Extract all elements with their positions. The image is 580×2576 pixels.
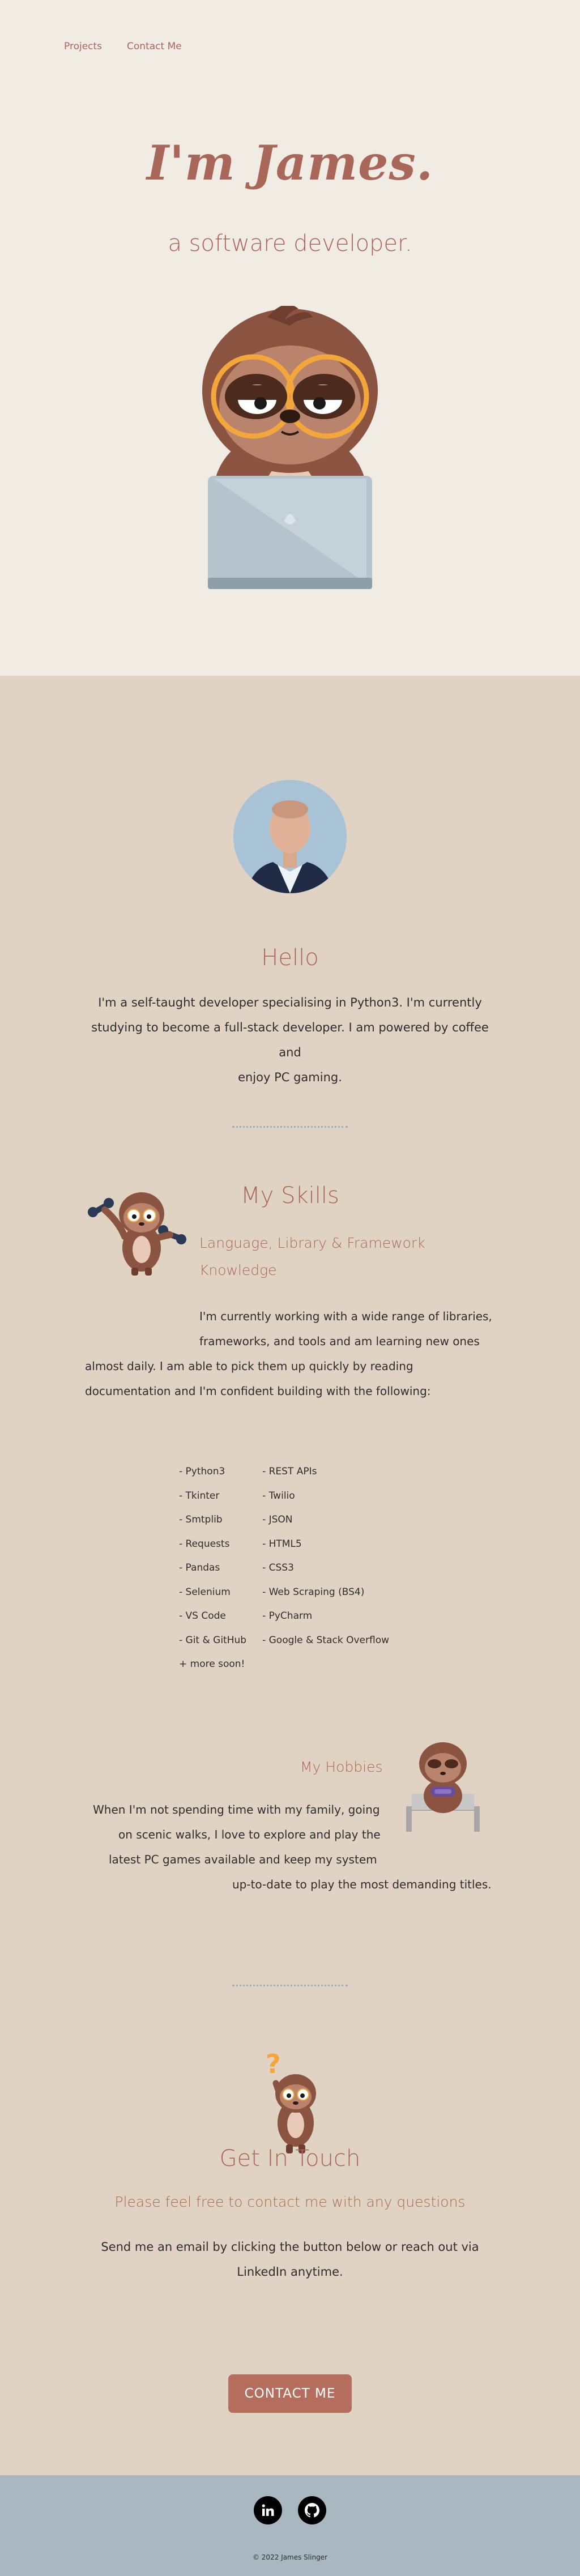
top-nav: Projects Contact Me xyxy=(64,41,182,52)
skill-item: + more soon! xyxy=(179,1658,245,1670)
hero-section: Projects Contact Me I'm James. a softwar… xyxy=(0,0,580,676)
skills-column-1: - Python3 - Tkinter - Smtplib - Requests… xyxy=(179,1460,246,1677)
profile-photo xyxy=(233,780,347,893)
nav-contact-link[interactable]: Contact Me xyxy=(127,41,182,52)
hobbies-line: latest PC games available and keep my sy… xyxy=(109,1853,377,1866)
section-divider xyxy=(232,1126,348,1128)
skill-item: - Pandas xyxy=(179,1562,220,1573)
svg-text:?: ? xyxy=(266,2049,281,2079)
contact-heading: Get In Touch xyxy=(219,2146,361,2172)
skills-list: - Python3 - Tkinter - Smtplib - Requests… xyxy=(179,1460,389,1677)
skills-column-2: - REST APIs - Twilio - JSON - HTML5 - CS… xyxy=(262,1460,389,1677)
contact-line: LinkedIn anytime. xyxy=(237,2265,343,2279)
social-links xyxy=(254,2496,326,2524)
skill-item: - JSON xyxy=(262,1514,293,1525)
contact-text: Send me an email by clicking the button … xyxy=(79,2234,501,2284)
skill-item: - Git & GitHub xyxy=(179,1634,247,1646)
skills-line: almost daily. I am able to pick them up … xyxy=(85,1359,413,1373)
section-divider xyxy=(232,1985,348,1986)
about-line: enjoy PC gaming. xyxy=(238,1071,342,1084)
skill-item: - Tkinter xyxy=(179,1490,220,1502)
about-text: I'm a self-taught developer specialising… xyxy=(79,990,501,1090)
hobbies-line: up-to-date to play the most demanding ti… xyxy=(232,1878,492,1891)
hobbies-line: When I'm not spending time with my famil… xyxy=(93,1803,380,1816)
skills-text: I'm currently working with a wide range … xyxy=(85,1304,496,1404)
about-line: I'm a self-taught developer specialising… xyxy=(98,996,482,1009)
skills-subheading-line: Knowledge xyxy=(199,1262,277,1278)
footer: © 2022 James Slinger xyxy=(0,2475,580,2576)
skills-line: I'm currently working with a wide range … xyxy=(199,1310,492,1323)
sloth-laptop-illustration xyxy=(202,306,378,589)
skill-item: - Google & Stack Overflow xyxy=(262,1634,389,1646)
hobbies-heading: My Hobbies xyxy=(300,1759,383,1775)
hero-title: I'm James. xyxy=(146,135,434,191)
skill-item: - Web Scraping (BS4) xyxy=(262,1586,365,1598)
contact-line: Send me an email by clicking the button … xyxy=(101,2240,479,2254)
sloth-question-illustration: ? xyxy=(266,2049,316,2153)
github-icon[interactable] xyxy=(298,2496,326,2524)
skill-item: - Requests xyxy=(179,1538,230,1550)
linkedin-icon[interactable] xyxy=(254,2496,282,2524)
skills-line: frameworks, and tools and am learning ne… xyxy=(199,1334,480,1348)
skill-item: - VS Code xyxy=(179,1610,226,1622)
contact-me-button[interactable]: CONTACT ME xyxy=(228,2374,352,2413)
skill-item: - Twilio xyxy=(262,1490,295,1502)
skill-item: - HTML5 xyxy=(262,1538,302,1550)
skill-item: - Smtplib xyxy=(179,1514,223,1525)
sloth-dumbbell-illustration xyxy=(88,1192,186,1276)
hero-subtitle: a software developer. xyxy=(168,231,412,257)
nav-projects-link[interactable]: Projects xyxy=(64,41,102,52)
skill-item: - Selenium xyxy=(179,1586,231,1598)
hobbies-line: on scenic walks, I love to explore and p… xyxy=(118,1828,381,1841)
skill-item: - PyCharm xyxy=(262,1610,313,1622)
skill-item: - CSS3 xyxy=(262,1562,294,1573)
about-line: studying to become a full-stack develope… xyxy=(91,1021,489,1059)
copyright-text: © 2022 James Slinger xyxy=(252,2553,328,2561)
hobbies-text: When I'm not spending time with my famil… xyxy=(85,1797,496,1897)
main-section: Hello I'm a self-taught developer specia… xyxy=(0,676,580,2475)
skills-subheading-line: Language, Library & Framework xyxy=(199,1235,425,1251)
skills-subheading: Language, Library & Framework Knowledge xyxy=(199,1230,471,1284)
about-heading: Hello xyxy=(261,945,319,971)
skills-line: documentation and I'm confident building… xyxy=(85,1384,431,1398)
contact-subheading: Please feel free to contact me with any … xyxy=(114,2194,466,2210)
skill-item: - REST APIs xyxy=(262,1466,317,1477)
skill-item: - Python3 xyxy=(179,1466,225,1477)
